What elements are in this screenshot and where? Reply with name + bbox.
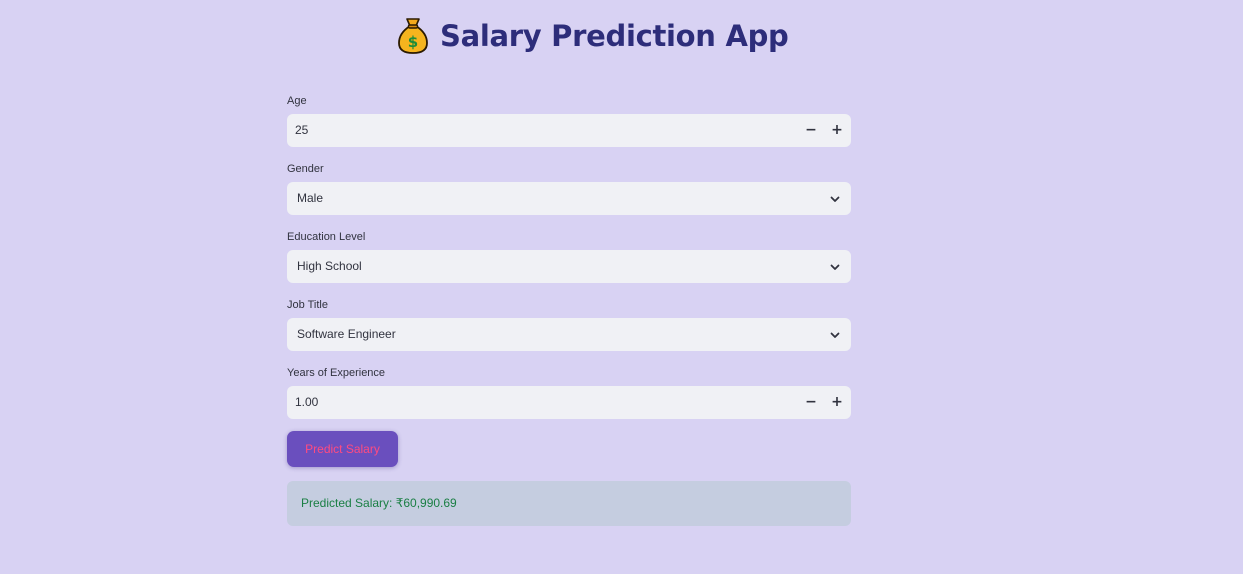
years-of-experience-increment-button[interactable]: + (824, 386, 850, 419)
age-value[interactable]: 25 (295, 114, 308, 147)
prediction-result-alert: Predicted Salary: ₹60,990.69 (287, 481, 851, 526)
svg-text:$: $ (408, 33, 418, 51)
age-number-input[interactable]: 25 − + (287, 114, 851, 147)
page-title-text: Salary Prediction App (440, 19, 789, 53)
years-of-experience-number-input[interactable]: 1.00 − + (287, 386, 851, 419)
years-of-experience-label: Years of Experience (287, 367, 386, 379)
job-title-label: Job Title (287, 299, 328, 311)
gender-select[interactable]: Male (287, 182, 851, 215)
chevron-down-icon[interactable] (829, 193, 841, 205)
prediction-result-text: Predicted Salary: ₹60,990.69 (301, 496, 457, 510)
education-level-label: Education Level (287, 231, 366, 243)
gender-selected-value: Male (297, 191, 324, 205)
years-of-experience-value[interactable]: 1.00 (295, 386, 318, 419)
education-level-selected-value: High School (297, 259, 362, 273)
age-increment-button[interactable]: + (824, 114, 850, 147)
chevron-down-icon[interactable] (829, 261, 841, 273)
job-title-selected-value: Software Engineer (297, 327, 396, 341)
education-level-select[interactable]: High School (287, 250, 851, 283)
years-of-experience-decrement-button[interactable]: − (798, 386, 824, 419)
page-title: $ Salary Prediction App (396, 14, 789, 58)
age-decrement-button[interactable]: − (798, 114, 824, 147)
job-title-select[interactable]: Software Engineer (287, 318, 851, 351)
gender-label: Gender (287, 163, 324, 175)
chevron-down-icon[interactable] (829, 329, 841, 341)
money-bag-icon: $ (398, 18, 428, 54)
age-label: Age (287, 95, 307, 107)
predict-salary-button[interactable]: Predict Salary (287, 431, 398, 467)
